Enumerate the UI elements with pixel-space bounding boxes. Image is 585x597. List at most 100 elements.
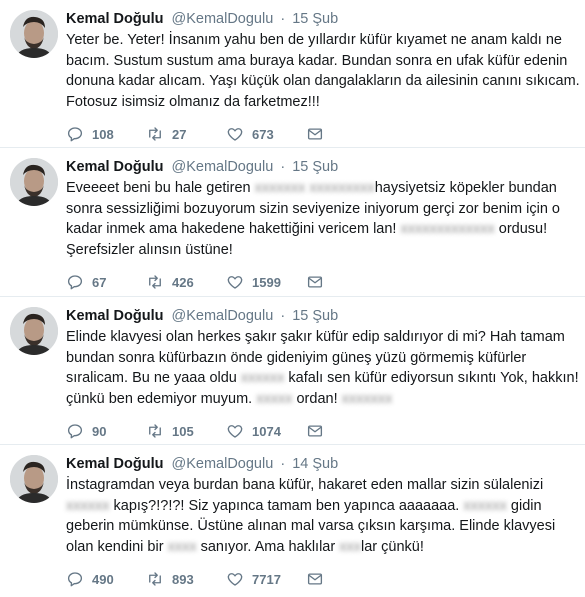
- reply-button[interactable]: 108: [66, 125, 146, 143]
- retweet-button[interactable]: 27: [146, 125, 226, 143]
- separator-dot: ·: [280, 456, 286, 472]
- retweet-icon: [149, 424, 161, 438]
- tweet-header: Kemal Doğulu @KemalDogulu · 14 Şub: [66, 455, 575, 473]
- tweet-text-segment: sanıyor. Ama haklılar: [196, 538, 340, 555]
- envelope-icon: [307, 425, 323, 437]
- tweet-text-segment: Yeter be. Yeter! İnsanım yahu ben de yıl…: [66, 32, 580, 110]
- avatar[interactable]: [10, 10, 58, 58]
- censored-text: xxxxx: [256, 390, 293, 407]
- like-count: 673: [252, 126, 274, 142]
- tweet-header: Kemal Doğulu @KemalDogulu · 15 Şub: [66, 307, 575, 325]
- author-handle[interactable]: @KemalDogulu: [172, 11, 274, 27]
- avatar[interactable]: [10, 455, 58, 503]
- tweet-text-segment: ordan!: [292, 390, 342, 407]
- profile-photo-icon: [10, 10, 58, 58]
- tweet-text-segment: İnstagramdan veya burdan bana küfür, hak…: [66, 477, 544, 493]
- envelope-icon: [307, 128, 323, 140]
- like-button[interactable]: 673: [226, 125, 306, 143]
- author-name[interactable]: Kemal Doğulu: [66, 11, 163, 27]
- reply-count: 67: [92, 274, 107, 290]
- like-button[interactable]: 1599: [226, 273, 306, 291]
- tweet-feed: Kemal Doğulu @KemalDogulu · 15 Şub Yeter…: [0, 0, 585, 593]
- censored-text: xxxxxx: [66, 497, 110, 514]
- tweet-text: Yeter be. Yeter! İnsanım yahu ben de yıl…: [66, 30, 581, 112]
- heart-icon: [227, 276, 243, 289]
- direct-message-button[interactable]: [306, 570, 336, 588]
- heart-icon: [227, 425, 243, 438]
- reply-count: 90: [92, 423, 107, 439]
- author-handle[interactable]: @KemalDogulu: [172, 159, 274, 175]
- tweet-text-segment: kapış?!?!?! Siz yapınca tamam ben yapınc…: [109, 497, 464, 514]
- tweet-timestamp[interactable]: 15 Şub: [292, 159, 338, 175]
- author-name[interactable]: Kemal Doğulu: [66, 159, 163, 175]
- avatar[interactable]: [10, 158, 58, 206]
- profile-photo-icon: [10, 455, 58, 503]
- censored-text: xxx: [339, 538, 361, 555]
- censored-text: xxxxxxx xxxxxxxxx: [254, 180, 375, 196]
- reply-button[interactable]: 490: [66, 570, 146, 588]
- author-handle[interactable]: @KemalDogulu: [172, 308, 274, 324]
- reply-button[interactable]: 67: [66, 273, 146, 291]
- retweet-count: 105: [172, 423, 194, 439]
- separator-dot: ·: [280, 11, 286, 27]
- direct-message-button[interactable]: [306, 273, 336, 291]
- tweet[interactable]: Kemal Doğulu @KemalDogulu · 15 Şub Elind…: [0, 297, 585, 445]
- author-handle[interactable]: @KemalDogulu: [172, 456, 274, 472]
- heart-icon: [227, 573, 243, 586]
- tweet[interactable]: Kemal Doğulu @KemalDogulu · 14 Şub İnsta…: [0, 445, 585, 593]
- reply-count: 108: [92, 126, 114, 142]
- reply-icon: [67, 127, 83, 142]
- separator-dot: ·: [280, 159, 286, 175]
- direct-message-button[interactable]: [306, 422, 336, 440]
- direct-message-button[interactable]: [306, 125, 336, 143]
- author-name[interactable]: Kemal Doğulu: [66, 456, 163, 472]
- censored-text: xxxxxxx: [341, 390, 393, 407]
- retweet-count: 27: [172, 126, 187, 142]
- tweet-actions: 67 426 1599: [66, 264, 575, 300]
- like-count: 1074: [252, 423, 281, 439]
- retweet-icon: [149, 572, 161, 586]
- retweet-button[interactable]: 105: [146, 422, 226, 440]
- profile-photo-icon: [10, 307, 58, 355]
- like-button[interactable]: 7717: [226, 570, 306, 588]
- tweet[interactable]: Kemal Doğulu @KemalDogulu · 15 Şub Eveee…: [0, 148, 585, 297]
- censored-text: xxxx: [167, 538, 197, 555]
- like-button[interactable]: 1074: [226, 422, 306, 440]
- envelope-icon: [307, 573, 323, 585]
- tweet-text-segment: lar çünkü!: [360, 538, 424, 555]
- reply-icon: [67, 275, 83, 290]
- profile-photo-icon: [10, 158, 58, 206]
- tweet-text: Eveeeet beni bu hale getiren xxxxxxx xxx…: [66, 178, 581, 260]
- tweet-text: İnstagramdan veya burdan bana küfür, hak…: [66, 475, 581, 557]
- retweet-button[interactable]: 426: [146, 273, 226, 291]
- heart-icon: [227, 128, 243, 141]
- tweet-text-segment: Eveeeet beni bu hale getiren: [66, 180, 255, 196]
- avatar[interactable]: [10, 307, 58, 355]
- reply-icon: [67, 424, 83, 439]
- like-count: 7717: [252, 571, 281, 587]
- retweet-count: 893: [172, 571, 194, 587]
- retweet-icon: [149, 275, 161, 289]
- tweet-actions: 108 27 673: [66, 116, 575, 152]
- reply-button[interactable]: 90: [66, 422, 146, 440]
- retweet-button[interactable]: 893: [146, 570, 226, 588]
- tweet-timestamp[interactable]: 15 Şub: [292, 308, 338, 324]
- tweet[interactable]: Kemal Doğulu @KemalDogulu · 15 Şub Yeter…: [0, 0, 585, 148]
- tweet-header: Kemal Doğulu @KemalDogulu · 15 Şub: [66, 10, 575, 28]
- tweet-text: Elinde klavyesi olan herkes şakır şakır …: [66, 327, 581, 409]
- tweet-actions: 90 105 1074: [66, 413, 575, 449]
- retweet-icon: [149, 127, 161, 141]
- censored-text: xxxxxx: [240, 370, 285, 386]
- like-count: 1599: [252, 274, 281, 290]
- retweet-count: 426: [172, 274, 194, 290]
- tweet-header: Kemal Doğulu @KemalDogulu · 15 Şub: [66, 158, 575, 176]
- censored-text: xxxxxxxxxxxxx: [400, 221, 495, 237]
- tweet-timestamp[interactable]: 14 Şub: [292, 456, 338, 472]
- separator-dot: ·: [280, 308, 286, 324]
- tweet-actions: 490 893 7717: [66, 561, 575, 597]
- author-name[interactable]: Kemal Doğulu: [66, 308, 163, 324]
- reply-count: 490: [92, 571, 114, 587]
- tweet-timestamp[interactable]: 15 Şub: [292, 11, 338, 27]
- reply-icon: [67, 572, 83, 587]
- envelope-icon: [307, 276, 323, 288]
